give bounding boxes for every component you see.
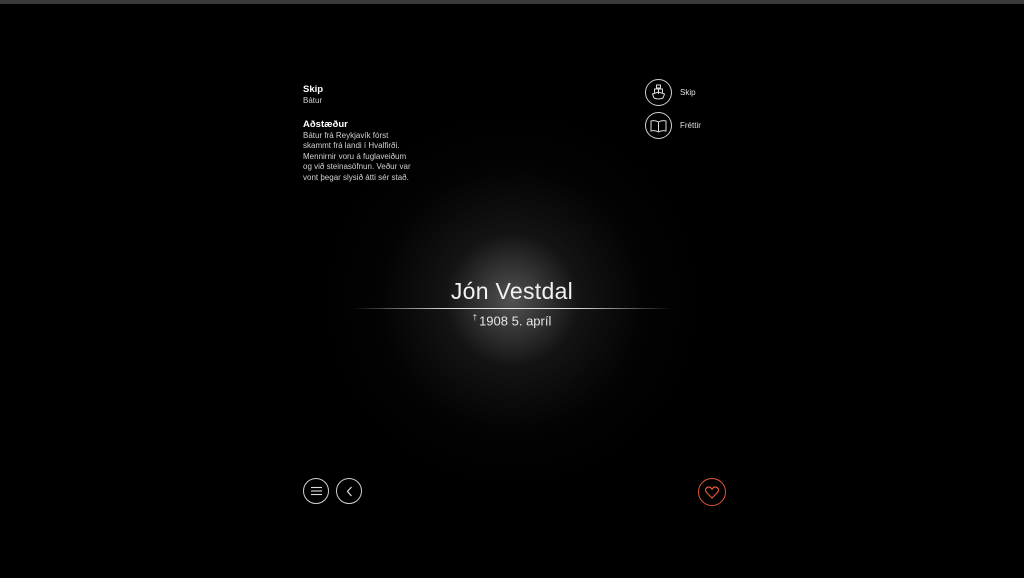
back-button[interactable] (336, 478, 362, 504)
memorial-screen: Skip Bátur Aðstæður Bátur frá Reykjavík … (0, 0, 1024, 578)
favorite-area (698, 478, 726, 506)
heart-icon (705, 485, 719, 499)
top-bar (0, 0, 1024, 4)
favorite-button[interactable] (698, 478, 726, 506)
ship-link[interactable]: Skip (645, 79, 701, 106)
ship-info: Skip Bátur (303, 84, 413, 107)
cross-symbol: † (472, 313, 478, 322)
info-panel: Skip Bátur Aðstæður Bátur frá Reykjavík … (303, 84, 413, 195)
menu-button[interactable] (303, 478, 329, 504)
circumstances-info: Aðstæður Bátur frá Reykjavík fórst skamm… (303, 119, 413, 184)
ship-link-label[interactable]: Skip (680, 88, 696, 97)
news-link-label[interactable]: Fréttir (680, 121, 701, 130)
ship-icon[interactable] (645, 79, 672, 106)
menu-icon (310, 486, 322, 496)
book-icon[interactable] (645, 112, 672, 139)
news-link[interactable]: Fréttir (645, 112, 701, 139)
ship-heading: Skip (303, 84, 324, 95)
side-links: Skip Fréttir (645, 79, 701, 145)
divider-line (352, 308, 672, 309)
circumstances-heading: Aðstæður (303, 118, 348, 130)
death-date: 1908 5. apríl (479, 313, 552, 329)
person-card: Jón Vestdal † 1908 5. apríl (352, 276, 672, 328)
circumstances-text: Bátur frá Reykjavík fórst skammt frá lan… (303, 130, 411, 182)
ship-value: Bátur (303, 96, 323, 105)
bottom-nav (303, 478, 362, 504)
chevron-left-icon (346, 486, 352, 496)
person-name: Jón Vestdal (450, 278, 574, 304)
death-info: † 1908 5. apríl (352, 313, 672, 328)
